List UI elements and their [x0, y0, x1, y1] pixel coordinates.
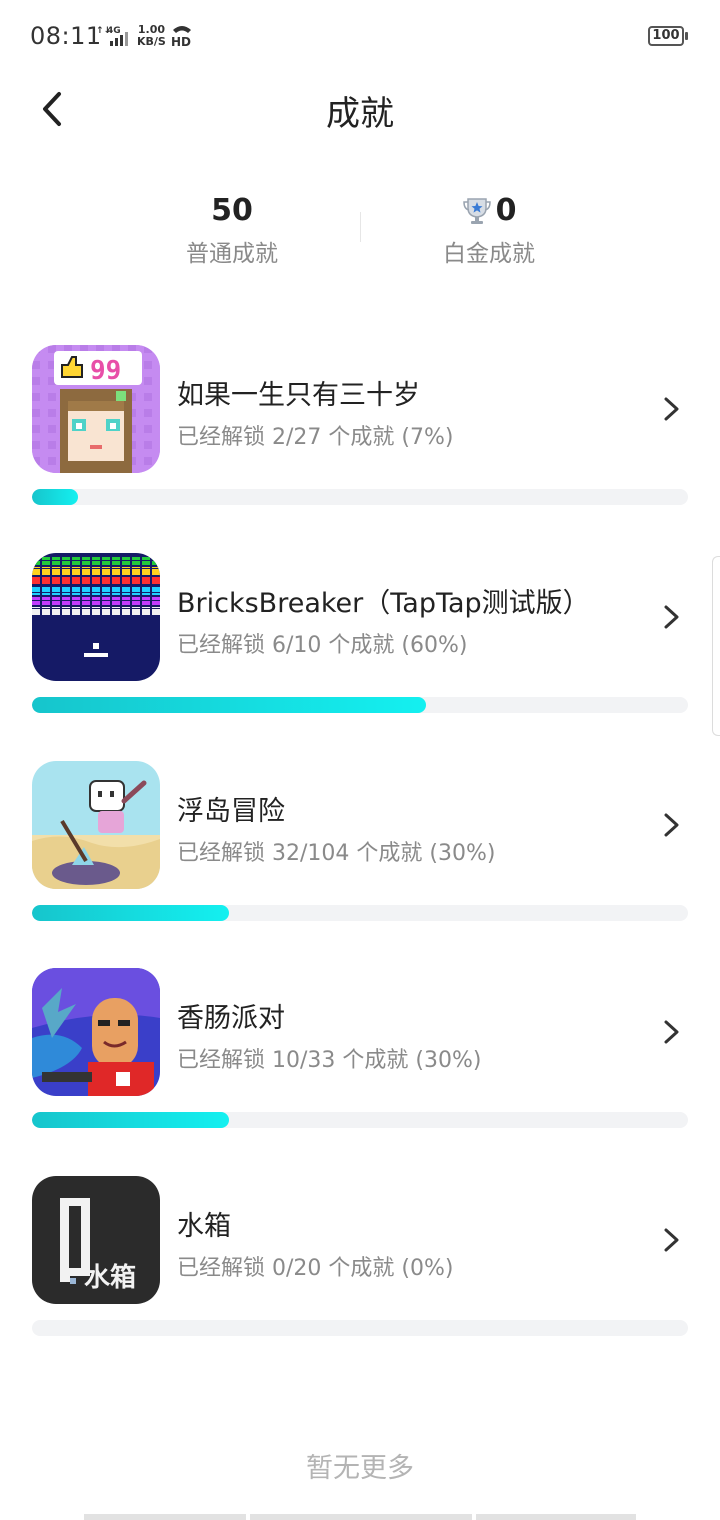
platinum-label: 白金成就	[443, 241, 535, 267]
water-tank-logo-text: 水箱	[84, 1262, 136, 1293]
game-name: 浮岛冒险	[177, 796, 285, 827]
hd-call-icon: HD	[171, 26, 191, 48]
game-icon-pixel-girl: 99	[32, 345, 160, 473]
game-row[interactable]: BricksBreaker（TapTap测试版） 已经解锁 6/10 个成就 (…	[0, 553, 720, 753]
network-speed: 1.00 KB/S	[137, 24, 166, 48]
chevron-right-icon	[664, 813, 679, 837]
progress-fill	[32, 489, 78, 505]
platinum-achievements: 0 白金成就	[379, 190, 599, 268]
game-row[interactable]: 香肠派对 已经解锁 10/33 个成就 (30%)	[0, 968, 720, 1168]
signal-icon: ↑↓ 4G	[96, 26, 128, 46]
chevron-right-icon	[664, 1228, 679, 1252]
game-icon-floating-island	[32, 761, 160, 889]
nav-gesture-bar-left	[84, 1514, 246, 1520]
game-icon-water-tank: 水箱	[32, 1176, 160, 1304]
progress-fill	[32, 905, 229, 921]
game-row[interactable]: 浮岛冒险 已经解锁 32/104 个成就 (30%)	[0, 761, 720, 961]
progress-track	[32, 697, 688, 713]
game-icon-sausage-party	[32, 968, 160, 1096]
game-progress-text: 已经解锁 0/20 个成就 (0%)	[177, 1256, 454, 1281]
progress-fill	[32, 1112, 229, 1128]
svg-text:99: 99	[90, 356, 121, 386]
battery-tip	[685, 32, 688, 40]
nav-gesture-bar-right	[476, 1514, 636, 1520]
trophy-icon	[462, 198, 491, 224]
platinum-count: 0	[495, 193, 517, 228]
progress-track	[32, 1320, 688, 1336]
battery-icon: 100	[648, 26, 684, 46]
hd-label: HD	[171, 35, 191, 48]
progress-track	[32, 905, 688, 921]
game-name: BricksBreaker（TapTap测试版）	[177, 588, 590, 619]
game-name: 香肠派对	[177, 1003, 285, 1034]
game-row[interactable]: 99 如果一生只有三十岁 已经解锁 2/27 个成就 (7%)	[0, 345, 720, 545]
page-title: 成就	[326, 94, 394, 134]
no-more-text: 暂无更多	[306, 1453, 414, 1484]
status-time: 08:11	[30, 22, 102, 50]
game-progress-text: 已经解锁 2/27 个成就 (7%)	[177, 425, 454, 450]
nav-gesture-bar-center	[250, 1514, 472, 1520]
normal-count: 50	[211, 193, 253, 228]
game-progress-text: 已经解锁 32/104 个成就 (30%)	[177, 841, 496, 866]
battery-level: 100	[652, 28, 680, 43]
game-name: 如果一生只有三十岁	[177, 380, 420, 411]
normal-label: 普通成就	[186, 241, 278, 267]
chevron-right-icon	[664, 605, 679, 629]
game-progress-text: 已经解锁 10/33 个成就 (30%)	[177, 1048, 482, 1073]
progress-fill	[32, 697, 426, 713]
summary-divider	[360, 212, 361, 242]
game-icon-bricks-breaker	[32, 553, 160, 681]
status-bar: 08:11 ↑↓ 4G 1.00 KB/S HD 100	[0, 0, 720, 72]
achievement-summary: 50 普通成就 0 白金成就	[0, 190, 720, 280]
progress-track	[32, 1112, 688, 1128]
game-name: 水箱	[177, 1211, 231, 1242]
speed-unit: KB/S	[137, 35, 166, 48]
game-progress-text: 已经解锁 6/10 个成就 (60%)	[177, 633, 468, 658]
scrollbar[interactable]	[712, 556, 720, 736]
chevron-right-icon	[664, 397, 679, 421]
network-type: 4G	[107, 26, 121, 36]
game-row[interactable]: 水箱 水箱 已经解锁 0/20 个成就 (0%)	[0, 1176, 720, 1376]
progress-track	[32, 489, 688, 505]
chevron-right-icon	[664, 1020, 679, 1044]
normal-achievements: 50 普通成就	[122, 190, 342, 268]
